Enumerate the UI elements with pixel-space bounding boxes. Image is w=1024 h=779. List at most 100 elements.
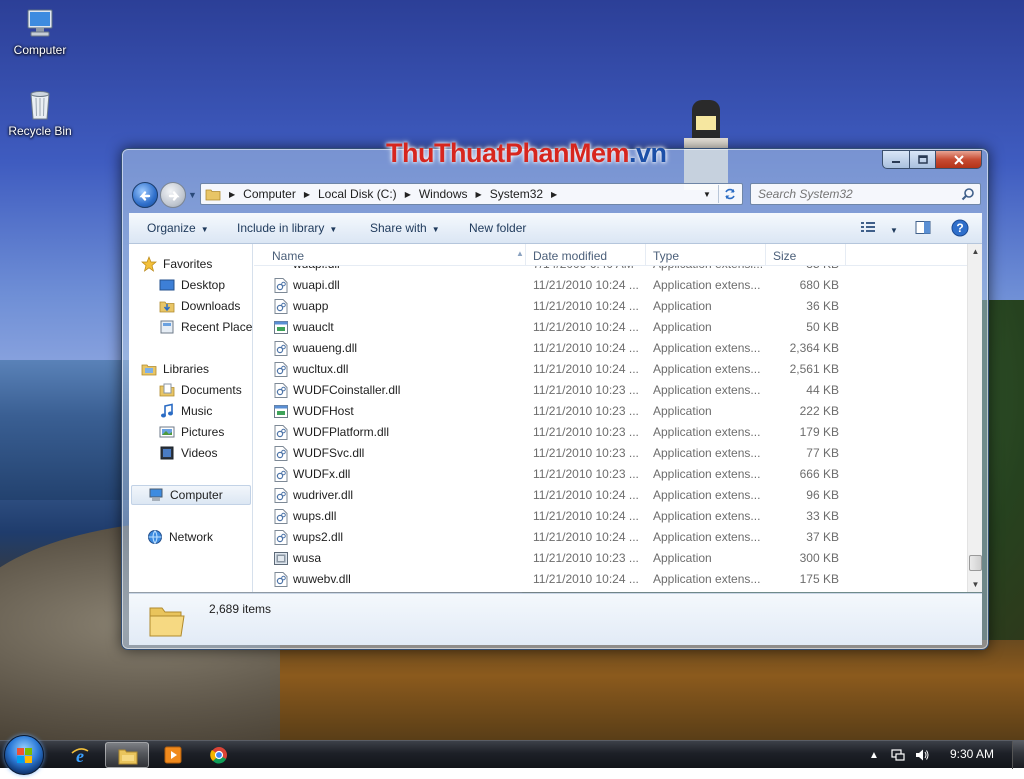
share-with-button[interactable]: Share with ▼ xyxy=(370,221,440,235)
include-in-library-button[interactable]: Include in library ▼ xyxy=(237,221,337,235)
table-row[interactable]: WUDFSvc.dll 11/21/2010 10:23 ... Applicati… xyxy=(254,443,967,464)
new-folder-button[interactable]: New folder xyxy=(469,221,526,235)
table-row[interactable]: WUDFx.dll 11/21/2010 10:23 ... Application… xyxy=(254,464,967,485)
column-header-type[interactable]: Type xyxy=(646,244,766,266)
search-input[interactable] xyxy=(751,184,956,204)
show-desktop-button[interactable] xyxy=(1012,741,1024,769)
scroll-thumb[interactable] xyxy=(969,555,982,571)
recent-pages-dropdown[interactable]: ▼ xyxy=(188,191,197,200)
dll-file-icon xyxy=(274,467,288,482)
column-header-size[interactable]: Size xyxy=(766,244,846,266)
table-row[interactable]: WUDFCoinstaller.dll 11/21/2010 10:23 ... A… xyxy=(254,380,967,401)
file-type: Application extens... xyxy=(653,362,761,376)
details-pane: 2,689 items xyxy=(129,593,982,645)
nav-item-network[interactable]: Network xyxy=(147,527,213,547)
column-header-date-modified[interactable]: Date modified xyxy=(526,244,646,266)
table-row[interactable]: wuapi.dll 11/21/2010 10:24 ... Application… xyxy=(254,275,967,296)
table-row[interactable]: wuwebv.dll 11/21/2010 10:24 ... Applicatio… xyxy=(254,569,967,590)
preview-pane-button[interactable] xyxy=(915,220,931,239)
refresh-button[interactable] xyxy=(718,185,740,203)
folder-icon xyxy=(147,600,187,640)
nav-item-documents[interactable]: Documents xyxy=(159,380,242,400)
nav-item-recent-places[interactable]: Recent Places xyxy=(159,317,252,337)
organize-button[interactable]: Organize ▼ xyxy=(147,221,209,235)
dll-file-icon xyxy=(274,488,288,503)
tray-network[interactable] xyxy=(890,747,906,763)
nav-item-music[interactable]: Music xyxy=(159,401,212,421)
table-row[interactable]: wuapp 11/21/2010 10:24 ... Application 36 K… xyxy=(254,296,967,317)
back-button[interactable] xyxy=(132,182,158,208)
taskbar-chrome[interactable] xyxy=(197,742,241,768)
file-name: wuapp xyxy=(293,299,329,313)
show-hidden-icons-button[interactable]: ▲ xyxy=(866,747,882,763)
new-folder-label: New folder xyxy=(469,221,527,235)
table-row[interactable]: wuaueng.dll 11/21/2010 10:24 ... Applicati… xyxy=(254,338,967,359)
network-icon xyxy=(147,529,163,545)
nav-item-libraries[interactable]: Libraries xyxy=(141,359,209,379)
nav-item-videos[interactable]: Videos xyxy=(159,443,217,463)
taskbar-internet-explorer[interactable]: e xyxy=(58,742,102,768)
scroll-down-button[interactable]: ▼ xyxy=(968,577,983,592)
back-arrow-icon xyxy=(139,191,151,201)
breadcrumb-computer[interactable]: Computer xyxy=(243,187,296,201)
breadcrumb-separator[interactable]: ▶ xyxy=(405,190,411,199)
scroll-up-button[interactable]: ▲ xyxy=(968,244,983,259)
nav-item-desktop[interactable]: Desktop xyxy=(159,275,225,295)
file-name: wuapi.dll xyxy=(293,278,340,292)
forward-button[interactable] xyxy=(160,182,186,208)
vertical-scrollbar[interactable]: ▲ ▼ xyxy=(967,244,982,592)
nav-item-pictures[interactable]: Pictures xyxy=(159,422,224,442)
table-row[interactable]: wucltux.dll 11/21/2010 10:24 ... Applicati… xyxy=(254,359,967,380)
nav-label: Network xyxy=(169,530,214,544)
file-size: 222 KB xyxy=(799,404,839,418)
table-row[interactable]: wups2.dll 11/21/2010 10:24 ... Application… xyxy=(254,527,967,548)
breadcrumb-separator[interactable]: ▶ xyxy=(476,190,482,199)
tray-volume[interactable] xyxy=(914,747,930,763)
taskbar-windows-explorer[interactable] xyxy=(105,742,149,768)
view-options-dropdown[interactable]: ▼ xyxy=(885,222,898,236)
file-name: wuwebv.dll xyxy=(293,572,351,586)
minimize-button[interactable] xyxy=(882,150,910,169)
breadcrumb-windows[interactable]: Windows xyxy=(419,187,468,201)
taskbar-clock[interactable]: 9:30 AM xyxy=(950,747,994,761)
chevron-down-icon: ▼ xyxy=(329,225,338,234)
breadcrumb-system32[interactable]: System32 xyxy=(490,187,543,201)
address-bar[interactable]: ▶ Computer ▶ Local Disk (C:) ▶ Windows ▶… xyxy=(200,183,743,205)
change-view-button[interactable] xyxy=(860,220,876,237)
address-history-dropdown[interactable]: ▼ xyxy=(700,184,714,204)
table-row[interactable]: wudriver.dll 11/21/2010 10:24 ... Applicat… xyxy=(254,485,967,506)
table-row[interactable]: wusa 11/21/2010 10:23 ... Application 300 K… xyxy=(254,548,967,569)
desktop-icon-recycle-bin[interactable]: Recycle Bin xyxy=(0,89,80,138)
application-icon xyxy=(274,551,288,566)
search-icon[interactable] xyxy=(961,187,975,201)
search-box[interactable] xyxy=(750,183,981,205)
table-row[interactable]: WUDFHost 11/21/2010 10:23 ... Application 2… xyxy=(254,401,967,422)
column-header-name[interactable]: Name ▲ xyxy=(254,244,526,266)
close-button[interactable] xyxy=(935,150,982,169)
taskbar-media-player[interactable] xyxy=(151,742,195,768)
breadcrumb-separator[interactable]: ▶ xyxy=(304,190,310,199)
table-row[interactable]: wuapi.dll 7/14/2009 6:40 AM Application … xyxy=(254,266,967,275)
file-date: 11/21/2010 10:23 ... xyxy=(533,383,639,397)
nav-item-computer[interactable]: Computer xyxy=(131,485,251,505)
file-size: 44 KB xyxy=(806,383,839,397)
breadcrumb-local-disk[interactable]: Local Disk (C:) xyxy=(318,187,397,201)
start-button[interactable] xyxy=(4,735,44,775)
watermark-part-1: ThuThuat xyxy=(386,138,505,168)
help-button[interactable]: ? xyxy=(951,219,969,240)
nav-item-downloads[interactable]: Downloads xyxy=(159,296,240,316)
table-row[interactable]: wuauclt 11/21/2010 10:24 ... Application 50… xyxy=(254,317,967,338)
breadcrumb-separator[interactable]: ▶ xyxy=(229,190,235,199)
file-date: 11/21/2010 10:23 ... xyxy=(533,467,639,481)
file-type: Application extens... xyxy=(653,383,761,397)
nav-item-favorites[interactable]: Favorites xyxy=(141,254,212,274)
breadcrumb-label: Windows xyxy=(418,187,468,201)
dll-file-icon xyxy=(274,572,288,587)
breadcrumb-separator[interactable]: ▶ xyxy=(551,190,557,199)
windows-explorer-icon xyxy=(118,749,138,765)
table-row[interactable]: wups.dll 11/21/2010 10:24 ... Application … xyxy=(254,506,967,527)
desktop-icon-computer[interactable]: Computer xyxy=(0,8,80,57)
table-row[interactable]: WUDFPlatform.dll 11/21/2010 10:23 ... Appl… xyxy=(254,422,967,443)
maximize-button[interactable] xyxy=(909,150,936,169)
desktop-icon xyxy=(159,277,175,293)
